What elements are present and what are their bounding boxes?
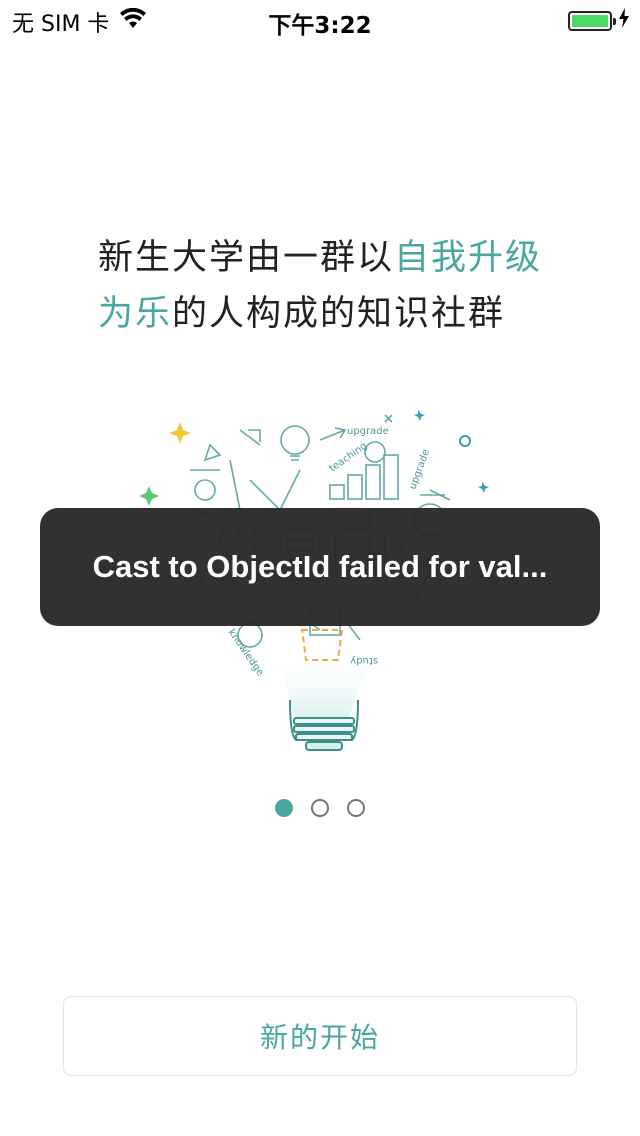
headline-accent: 自我升级 [394, 238, 543, 278]
page-dot-1[interactable] [275, 799, 293, 817]
headline-line-2: 为乐的人构成的知识社群 [98, 286, 578, 342]
sparkle-icon [169, 422, 191, 444]
svg-text:upgrade: upgrade [347, 426, 389, 437]
error-toast: Cast to ObjectId failed for val... [40, 508, 600, 626]
status-bar: 无 SIM 卡 下午3:22 [0, 0, 640, 40]
sparkle-icon [414, 410, 425, 421]
svg-text:knowledge: knowledge [226, 627, 266, 678]
page-dot-2[interactable] [311, 799, 329, 817]
start-button[interactable]: 新的开始 [63, 996, 577, 1076]
svg-text:upgrade: upgrade [407, 448, 432, 491]
battery-icon [568, 11, 616, 31]
screen: 无 SIM 卡 下午3:22 新生大学由一群以自我升级 为乐的人构成的知识社群 … [0, 0, 640, 1136]
headline-line-1: 新生大学由一群以自我升级 [98, 230, 578, 286]
svg-text:teaching: teaching [327, 440, 369, 474]
headline-text: 的人构成的知识社群 [172, 294, 506, 334]
battery-fill [572, 15, 608, 27]
headline-accent: 为乐 [98, 294, 173, 334]
status-right [568, 8, 630, 34]
status-time: 下午3:22 [268, 13, 372, 39]
page-dot-3[interactable] [347, 799, 365, 817]
charging-icon [618, 8, 630, 34]
intro-headline: 新生大学由一群以自我升级 为乐的人构成的知识社群 [98, 230, 578, 342]
toast-message: Cast to ObjectId failed for val... [92, 549, 548, 584]
sparkle-icon [478, 482, 489, 493]
page-indicator[interactable] [0, 799, 640, 817]
headline-text: 新生大学由一群以 [98, 238, 395, 278]
sparkle-icon [139, 486, 159, 506]
